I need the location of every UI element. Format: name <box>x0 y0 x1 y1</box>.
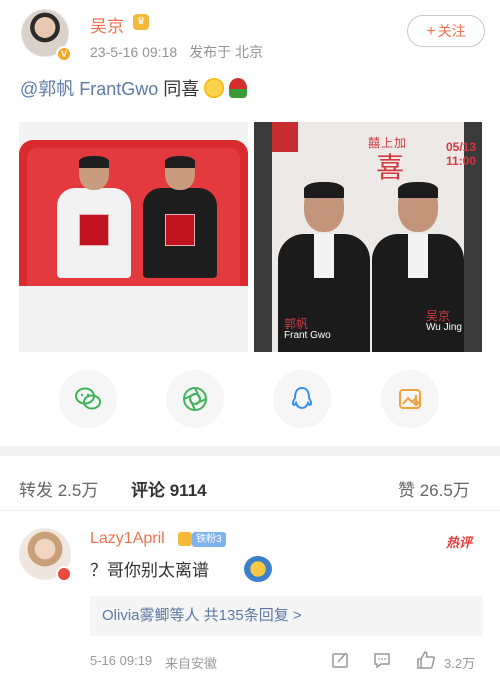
share-moments-button[interactable] <box>166 370 224 428</box>
post-image-2[interactable]: 囍上加 喜 05/13 11:00 郭帆 Frant Gwo 吴京 Wu Jin… <box>254 122 482 352</box>
tab-likes[interactable]: 赞 26.5万 <box>398 476 470 501</box>
reply-icon[interactable] <box>372 650 392 670</box>
share-wechat-button[interactable] <box>59 370 117 428</box>
poster-date: 05/13 11:00 <box>446 140 476 168</box>
hot-comment-badge: 热评 <box>446 535 473 550</box>
comment-time: 5-16 09:19 <box>90 653 153 668</box>
comment-source: 来自安徽 <box>165 656 218 671</box>
poster-name-right: 吴京 Wu Jing <box>426 309 462 333</box>
follow-label: 关注 <box>437 23 466 39</box>
poster-date-day: 05/13 <box>446 140 477 154</box>
commenter-name[interactable]: Lazy1April <box>90 530 165 548</box>
section-divider <box>0 446 500 456</box>
poster-title-big: 喜 <box>376 151 405 184</box>
fan-badge: 铁粉3 <box>192 532 226 547</box>
author-name[interactable]: 吴京 <box>90 12 124 37</box>
post-text: 同喜 <box>158 79 200 99</box>
post-location: 发布于 北京 <box>189 44 263 60</box>
person-right <box>143 156 217 278</box>
post-image-1[interactable] <box>19 122 248 352</box>
poster-ribbon <box>272 122 298 152</box>
comment-item: Lazy1April 铁粉3 热评 ？哥你别太离谱 Olivia雾鲫等人 共13… <box>0 518 500 677</box>
save-image-icon <box>399 389 421 409</box>
crown-icon: ♛ <box>133 14 149 30</box>
post-time: 23-5-16 09:18 <box>90 44 178 60</box>
share-qq-button[interactable] <box>273 370 331 428</box>
rose-emoji-icon <box>229 78 248 98</box>
crown-icon <box>178 532 192 546</box>
poster: 囍上加 喜 05/13 11:00 郭帆 Frant Gwo 吴京 Wu Jin… <box>272 122 476 352</box>
tab-repost[interactable]: 转发 2.5万 <box>19 476 98 501</box>
post-meta: 23-5-16 09:18 发布于 北京 <box>90 42 271 62</box>
tab-comment[interactable]: 评论 9114 <box>131 476 207 501</box>
verified-badge-icon: V <box>56 46 72 62</box>
sticker-icon <box>244 556 272 582</box>
share-icon[interactable] <box>330 650 350 670</box>
plus-icon: + <box>426 23 436 40</box>
wechat-icon <box>75 387 101 410</box>
comment-text: ？哥你别太离谱 <box>90 561 209 580</box>
comment-footer: 5-16 09:19 来自安徽 3.2万 <box>90 650 485 672</box>
certificate <box>165 214 195 246</box>
poster-name-left: 郭帆 Frant Gwo <box>284 317 331 341</box>
reply-summary-link[interactable]: Olivia雾鲫等人 共135条回复 > <box>90 596 483 636</box>
scared-face-emoji-icon <box>204 78 225 98</box>
qq-icon <box>291 386 313 410</box>
moments-icon <box>183 387 207 411</box>
share-row <box>0 364 500 428</box>
poster-date-time: 11:00 <box>446 154 477 168</box>
commenter-badge-icon <box>56 566 72 582</box>
post-content: @郭帆 FrantGwo 同喜 <box>20 75 248 101</box>
stats-divider <box>0 510 500 511</box>
comment-like-count: 3.2万 <box>444 656 476 671</box>
save-image-button[interactable] <box>381 370 439 428</box>
certificate <box>79 214 109 246</box>
like-icon[interactable] <box>416 650 436 670</box>
mention-link[interactable]: @郭帆 FrantGwo <box>20 79 158 99</box>
person-left <box>57 156 131 278</box>
image-base <box>19 286 248 352</box>
stats-row: 转发 2.5万 评论 9114 赞 26.5万 <box>0 468 500 502</box>
